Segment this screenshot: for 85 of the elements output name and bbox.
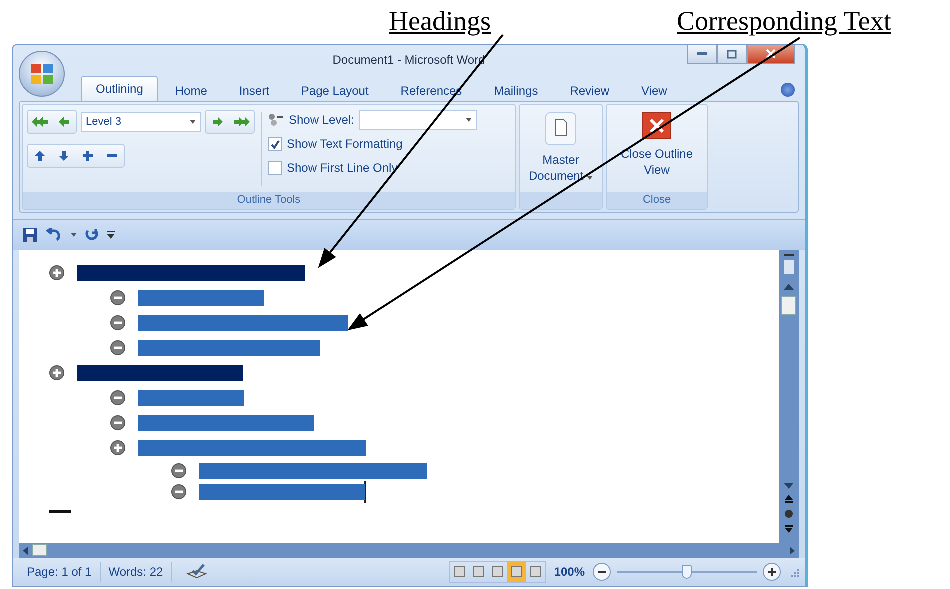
- checkbox[interactable]: [268, 137, 282, 151]
- ribbon-tab[interactable]: Review: [555, 79, 625, 101]
- minus-circle-icon[interactable]: [110, 290, 126, 306]
- page-view-icon: [454, 566, 466, 578]
- caret-icon[interactable]: [71, 233, 77, 237]
- view-button[interactable]: [507, 562, 526, 582]
- next-page-icon[interactable]: [785, 525, 793, 533]
- ribbon-tab[interactable]: Mailings: [479, 79, 554, 101]
- up-arrow-icon: [35, 151, 45, 161]
- caret-icon: [466, 118, 472, 122]
- zoom-out-button[interactable]: [593, 563, 611, 581]
- annotation-label: Corresponding Text: [677, 6, 892, 37]
- ribbon-tab[interactable]: Outlining: [81, 76, 158, 101]
- plus-circle-icon[interactable]: [49, 364, 65, 380]
- show-level-icon: [268, 113, 284, 127]
- slider-thumb[interactable]: [682, 565, 692, 579]
- checkbox[interactable]: [268, 161, 282, 175]
- minus-circle-icon[interactable]: [110, 314, 126, 330]
- show-level-label: Show Level:: [289, 113, 354, 127]
- plus-icon: [83, 151, 93, 161]
- previous-page-icon[interactable]: [785, 495, 793, 503]
- double-arrow-icon: [32, 117, 48, 127]
- maximize-icon: [727, 50, 737, 58]
- end-marker-icon: [49, 510, 71, 514]
- minus-circle-icon[interactable]: [171, 484, 187, 500]
- scroll-thumb-icon[interactable]: [32, 544, 48, 557]
- up-arrow-icon[interactable]: [784, 284, 794, 290]
- logo-icon: [30, 63, 54, 85]
- minimize-icon: [697, 52, 707, 56]
- ribbon-tab[interactable]: Home: [160, 79, 222, 101]
- minus-circle-icon[interactable]: [110, 340, 126, 356]
- undo-icon[interactable]: [45, 228, 63, 242]
- minus-circle-icon[interactable]: [110, 414, 126, 430]
- arrow-icon: [213, 117, 223, 127]
- page-view-icon: [472, 566, 485, 578]
- help-icon[interactable]: [781, 83, 795, 97]
- level-dropdown[interactable]: Level 3: [81, 112, 201, 132]
- minus-circle-icon[interactable]: [110, 390, 126, 406]
- show-level-dropdown[interactable]: [359, 110, 478, 130]
- customize-icon[interactable]: [107, 231, 115, 239]
- vertical-scrollbar[interactable]: [779, 250, 799, 543]
- close-icon: [766, 49, 776, 59]
- redo-icon[interactable]: [85, 228, 99, 242]
- page-view-icon: [530, 566, 542, 578]
- zoom-in-button[interactable]: [763, 563, 781, 581]
- ribbon-tab[interactable]: Page Layout: [286, 79, 384, 101]
- down-arrow-icon[interactable]: [784, 483, 794, 489]
- close-button[interactable]: [747, 45, 795, 64]
- master-document-button[interactable]: Master Document: [524, 110, 598, 192]
- text-cursor-icon: [364, 480, 366, 502]
- maximize-button[interactable]: [717, 45, 747, 64]
- caret-icon: [587, 176, 594, 180]
- minus-icon: [598, 571, 606, 573]
- group-label: Close: [607, 192, 707, 209]
- double-arrow-icon: [234, 117, 250, 127]
- page-count[interactable]: Page: 1 of 1: [19, 562, 101, 582]
- resize-grip-icon[interactable]: [789, 567, 799, 577]
- plus-icon: [768, 568, 776, 576]
- scroll-thumb-icon[interactable]: [781, 296, 797, 316]
- ribbon-tab[interactable]: Insert: [224, 79, 284, 101]
- minus-circle-icon[interactable]: [171, 462, 187, 478]
- minimize-button[interactable]: [687, 45, 717, 64]
- right-arrow-icon[interactable]: [790, 546, 795, 554]
- down-arrow-icon: [59, 151, 69, 161]
- annotation-label: Headings: [389, 6, 491, 37]
- arrow-icon: [59, 117, 69, 127]
- page-view-icon: [492, 566, 504, 578]
- plus-circle-icon[interactable]: [49, 264, 65, 280]
- ribbon-tab[interactable]: View: [626, 79, 682, 101]
- document-icon: [545, 112, 577, 146]
- group-label: Outline Tools: [23, 192, 515, 209]
- caret-icon: [190, 120, 196, 124]
- left-arrow-icon[interactable]: [23, 546, 28, 554]
- word-count[interactable]: Words: 22: [100, 562, 172, 582]
- office-button[interactable]: [19, 51, 65, 97]
- page-view-icon: [510, 566, 523, 578]
- horizontal-scrollbar[interactable]: [19, 543, 799, 558]
- zoom-level[interactable]: 100%: [554, 565, 585, 579]
- save-icon[interactable]: [23, 228, 37, 242]
- browse-object-icon[interactable]: [784, 509, 794, 519]
- plus-circle-icon[interactable]: [110, 440, 126, 456]
- check-icon: [270, 140, 280, 148]
- proofing-icon[interactable]: [186, 564, 208, 580]
- close-icon: [642, 112, 672, 140]
- checkbox-label: Show Text Formatting: [287, 137, 403, 151]
